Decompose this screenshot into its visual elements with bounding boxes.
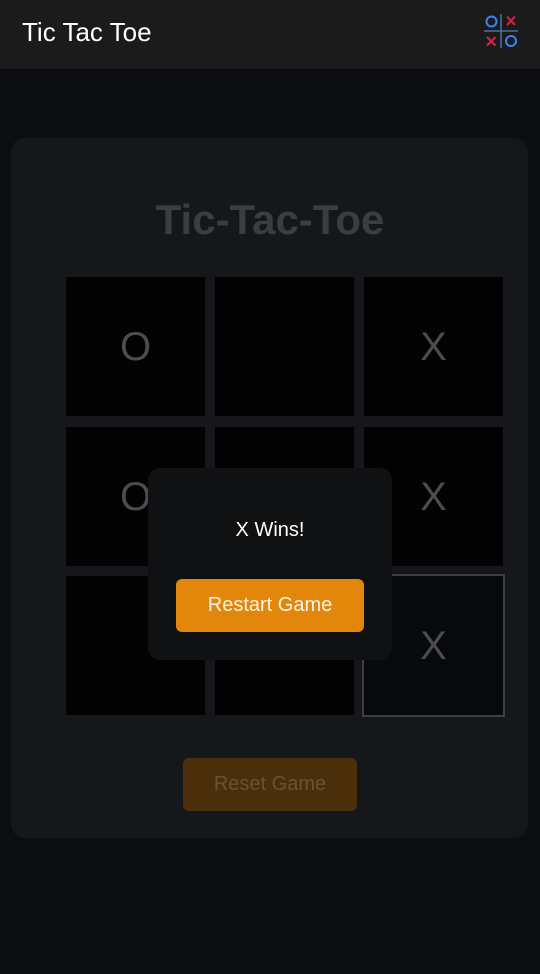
app-title: Tic Tac Toe xyxy=(22,17,152,47)
tic-tac-toe-icon xyxy=(484,14,518,48)
app-bar: Tic Tac Toe xyxy=(0,0,540,69)
win-message: X Wins! xyxy=(235,519,305,541)
board-cell-1[interactable] xyxy=(215,277,354,416)
restart-game-button[interactable]: Restart Game xyxy=(176,579,364,632)
reset-game-button[interactable]: Reset Game xyxy=(183,758,357,811)
board-cell-2[interactable]: X xyxy=(364,277,503,416)
board-cell-0[interactable]: O xyxy=(66,277,205,416)
game-title: Tic-Tac-Toe xyxy=(155,196,385,243)
win-dialog: X Wins! Restart Game xyxy=(148,468,392,660)
